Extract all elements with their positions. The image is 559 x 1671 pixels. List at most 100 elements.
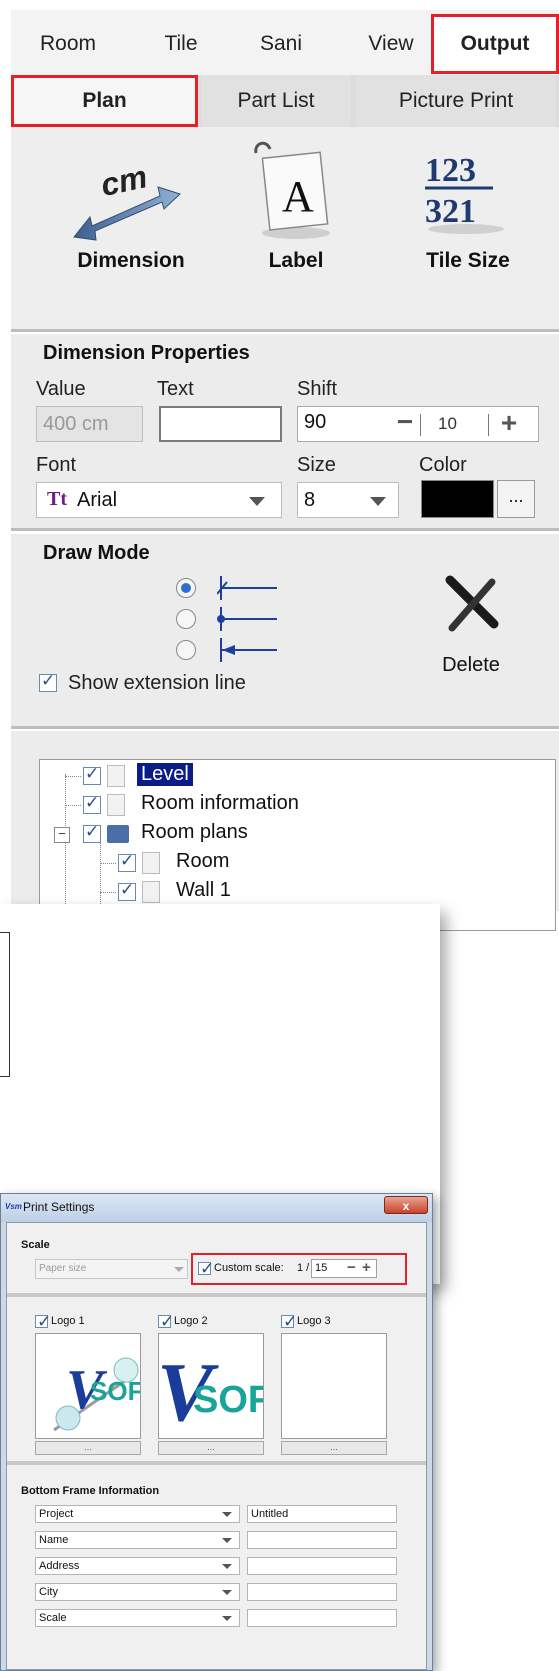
paper-size-value: Paper size bbox=[39, 1263, 87, 1274]
custom-scale-checkbox[interactable] bbox=[198, 1259, 214, 1279]
frame-field-dropdown-city[interactable]: City bbox=[35, 1583, 240, 1601]
color-more-button[interactable]: ... bbox=[497, 480, 535, 518]
shift-minus-button[interactable]: − bbox=[392, 407, 418, 441]
frame-value-input-scale[interactable] bbox=[247, 1609, 397, 1627]
frame-field-label: Scale bbox=[39, 1612, 67, 1624]
scale-input[interactable]: 15 bbox=[315, 1262, 327, 1274]
logo-3-label: Logo 3 bbox=[297, 1315, 331, 1327]
tree-branch bbox=[65, 805, 81, 806]
frame-field-label: Project bbox=[39, 1508, 74, 1520]
tree-item-room-information[interactable]: Room information bbox=[65, 792, 465, 820]
show-extension-checkbox[interactable] bbox=[39, 671, 57, 692]
logo-2-checkbox[interactable] bbox=[158, 1312, 174, 1332]
collapse-icon[interactable]: − bbox=[54, 827, 70, 843]
scale-group-title: Scale bbox=[21, 1239, 50, 1251]
main-tab-bar: Room Tile Sani View Output bbox=[11, 10, 559, 79]
value-field: 400 cm bbox=[36, 406, 143, 442]
draw-mode-radio-3[interactable] bbox=[176, 640, 196, 660]
tree-item-level[interactable]: Level bbox=[65, 763, 365, 791]
shift-plus-button[interactable]: + bbox=[494, 407, 524, 441]
tab-plan[interactable]: Plan bbox=[11, 75, 198, 127]
delete-button[interactable]: Delete bbox=[416, 574, 526, 684]
tree-checkbox[interactable] bbox=[118, 851, 136, 872]
dialog-title: Print Settings bbox=[23, 1200, 95, 1214]
scale-minus-button[interactable]: − bbox=[347, 1259, 356, 1276]
shift-input[interactable]: 90 bbox=[304, 411, 326, 434]
close-icon: x bbox=[402, 1199, 410, 1213]
tree-checkbox[interactable] bbox=[118, 880, 136, 901]
folder-icon bbox=[107, 825, 129, 843]
draw-mode-style-2-icon bbox=[217, 607, 277, 631]
logo-1-label: Logo 1 bbox=[51, 1315, 85, 1327]
tab-part-list[interactable]: Part List bbox=[201, 75, 351, 127]
size-label: Size bbox=[297, 454, 336, 476]
draw-mode-title: Draw Mode bbox=[43, 542, 150, 564]
sub-tab-bar: Plan Part List Picture Print bbox=[11, 75, 559, 127]
frame-field-dropdown-scale[interactable]: Scale bbox=[35, 1609, 240, 1627]
font-label: Font bbox=[36, 454, 77, 476]
draw-mode-radio-1[interactable] bbox=[176, 578, 196, 598]
frame-value-input-project[interactable]: Untitled bbox=[247, 1505, 397, 1523]
tab-picture-print[interactable]: Picture Print bbox=[356, 75, 556, 127]
tree-label: Level bbox=[137, 763, 193, 786]
tree-label: Room bbox=[176, 850, 230, 872]
frame-value: Untitled bbox=[251, 1508, 289, 1520]
chevron-down-icon bbox=[222, 1590, 232, 1595]
chevron-down-icon bbox=[222, 1512, 232, 1517]
frame-value-input-address[interactable] bbox=[247, 1557, 397, 1575]
frame-field-dropdown-address[interactable]: Address bbox=[35, 1557, 240, 1575]
draw-mode-radio-2[interactable] bbox=[176, 609, 196, 629]
tree-item-room[interactable]: Room bbox=[100, 850, 400, 878]
scale-plus-button[interactable]: + bbox=[362, 1259, 371, 1276]
scale-prefix: 1 / bbox=[297, 1262, 310, 1274]
svg-text:321: 321 bbox=[425, 193, 476, 230]
tab-tile[interactable]: Tile bbox=[141, 10, 221, 78]
dialog-close-button[interactable]: x bbox=[384, 1196, 428, 1214]
page-icon bbox=[142, 881, 160, 903]
chevron-down-icon bbox=[370, 497, 386, 506]
tree-item-room-plans[interactable]: − Room plans bbox=[54, 821, 454, 849]
chevron-down-icon bbox=[249, 497, 265, 506]
tab-sani[interactable]: Sani bbox=[241, 10, 321, 78]
dimension-properties-panel: Dimension Properties Value Text Shift 40… bbox=[11, 334, 559, 528]
logo-2-image: V SOFT bbox=[158, 1333, 264, 1439]
frame-field-dropdown-project[interactable]: Project bbox=[35, 1505, 240, 1523]
shift-step-value[interactable]: 10 bbox=[438, 414, 457, 434]
size-dropdown[interactable]: 8 bbox=[297, 482, 399, 518]
logo-1-checkbox[interactable] bbox=[35, 1312, 51, 1332]
color-swatch[interactable] bbox=[421, 480, 494, 518]
logo-1-browse-button[interactable]: ... bbox=[35, 1441, 141, 1455]
tree-panel: Level Room information − Room plans Room bbox=[11, 731, 559, 931]
label-icon: A bbox=[254, 141, 330, 239]
frame-field-label: City bbox=[39, 1586, 58, 1598]
logo-3-checkbox[interactable] bbox=[281, 1312, 297, 1332]
tab-room[interactable]: Room bbox=[23, 10, 113, 78]
logo-2-browse-button[interactable]: ... bbox=[158, 1441, 264, 1455]
tile-size-button[interactable]: 123 321 Tile Size bbox=[383, 127, 553, 302]
shift-stepper: 90 − 10 + bbox=[297, 406, 539, 442]
tab-output[interactable]: Output bbox=[431, 14, 559, 74]
label-button[interactable]: A Label bbox=[211, 127, 381, 302]
page-icon bbox=[107, 794, 125, 816]
chevron-down-icon bbox=[222, 1564, 232, 1569]
tree-label: Room plans bbox=[141, 821, 248, 843]
dimension-button[interactable]: cm Dimension bbox=[46, 127, 216, 302]
tab-view[interactable]: View bbox=[346, 10, 436, 78]
logo-3-browse-button[interactable]: ... bbox=[281, 1441, 387, 1455]
frame-value-input-name[interactable] bbox=[247, 1531, 397, 1549]
svg-text:cm: cm bbox=[98, 158, 151, 203]
text-input[interactable] bbox=[159, 406, 282, 442]
custom-scale-label: Custom scale: bbox=[214, 1262, 284, 1274]
delete-icon bbox=[445, 575, 499, 632]
tree-checkbox[interactable] bbox=[83, 793, 101, 814]
tree-checkbox[interactable] bbox=[83, 764, 101, 785]
vsoft-logo: V SOFT bbox=[159, 1346, 263, 1438]
tree-item-wall-1[interactable]: Wall 1 bbox=[100, 879, 400, 907]
frame-value-input-city[interactable] bbox=[247, 1583, 397, 1601]
page-icon bbox=[142, 852, 160, 874]
tree-checkbox[interactable] bbox=[83, 822, 101, 843]
frame-field-dropdown-name[interactable]: Name bbox=[35, 1531, 240, 1549]
scale-stepper: 15 − + bbox=[311, 1259, 377, 1278]
font-dropdown[interactable]: Tt Arial bbox=[36, 482, 282, 518]
bottom-frame-title: Bottom Frame Information bbox=[21, 1485, 160, 1497]
